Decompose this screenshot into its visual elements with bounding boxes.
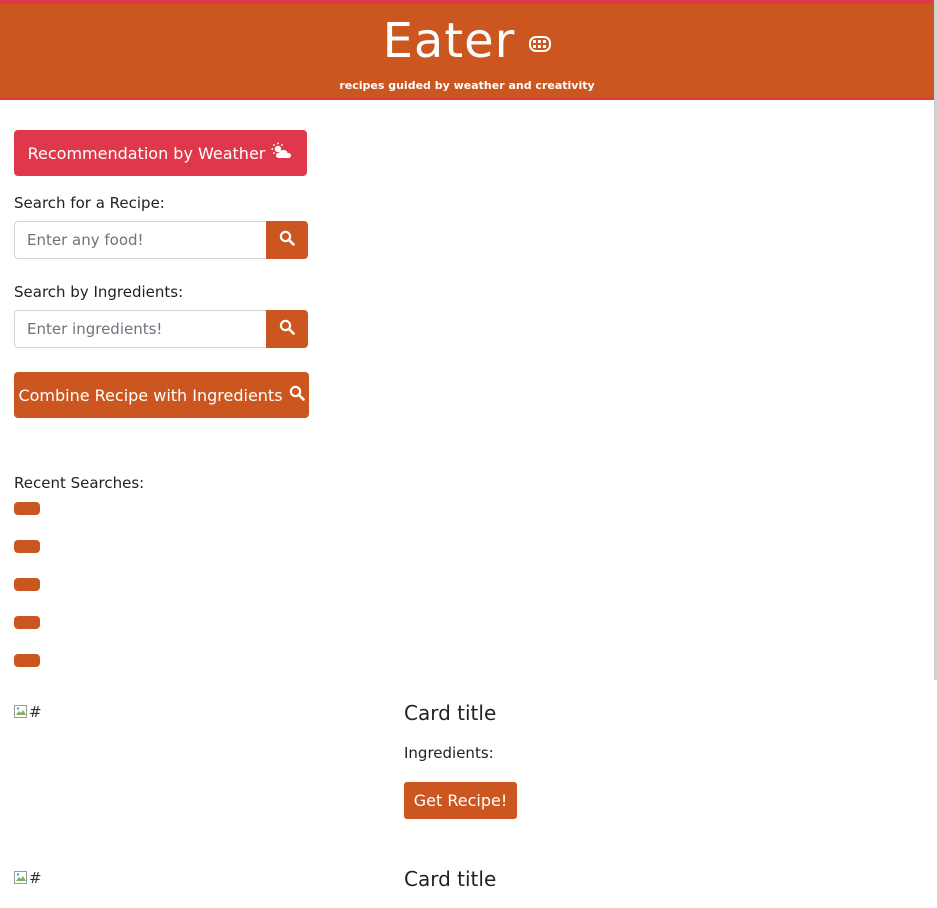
broken-image-icon (14, 871, 28, 885)
card-image: # (14, 869, 42, 887)
card-image: # (14, 703, 42, 721)
stroopwafel-icon (529, 36, 552, 56)
app-title: Eater (382, 13, 516, 69)
recent-search-item[interactable] (14, 616, 40, 629)
broken-image-icon (14, 705, 28, 719)
search-ingredients-input[interactable] (14, 310, 266, 348)
search-icon (289, 385, 305, 405)
search-recipe-button[interactable] (266, 221, 308, 259)
search-recipe-input[interactable] (14, 221, 266, 259)
cloud-sun-icon (271, 142, 293, 164)
recommendation-by-weather-button[interactable]: Recommendation by Weather (14, 130, 307, 176)
card-image-alt: # (29, 869, 42, 887)
card-image-alt: # (29, 703, 42, 721)
weather-button-label: Recommendation by Weather (27, 143, 266, 163)
search-ingredients-label: Search by Ingredients: (14, 283, 184, 301)
recent-search-item[interactable] (14, 540, 40, 553)
recent-search-item[interactable] (14, 654, 40, 667)
recent-search-item[interactable] (14, 502, 40, 515)
header: Eater recipes guided by weather and crea… (0, 0, 934, 100)
recent-searches-label: Recent Searches: (14, 474, 145, 492)
search-recipe-label: Search for a Recipe: (14, 194, 165, 212)
card-title: Card title (404, 701, 497, 725)
card-title: Card title (404, 867, 497, 891)
search-icon (279, 319, 295, 339)
search-icon (279, 230, 295, 250)
page: Eater recipes guided by weather and crea… (0, 0, 937, 908)
header-title-row: Eater (0, 13, 934, 69)
get-recipe-button[interactable]: Get Recipe! (404, 782, 517, 819)
recent-search-item[interactable] (14, 578, 40, 591)
card-ingredients-label: Ingredients: (404, 744, 494, 762)
combine-recipe-button[interactable]: Combine Recipe with Ingredients (14, 372, 309, 418)
get-recipe-label: Get Recipe! (413, 791, 508, 810)
search-ingredients-button[interactable] (266, 310, 308, 348)
combine-button-label: Combine Recipe with Ingredients (18, 385, 283, 405)
app-subtitle: recipes guided by weather and creativity (339, 79, 595, 92)
